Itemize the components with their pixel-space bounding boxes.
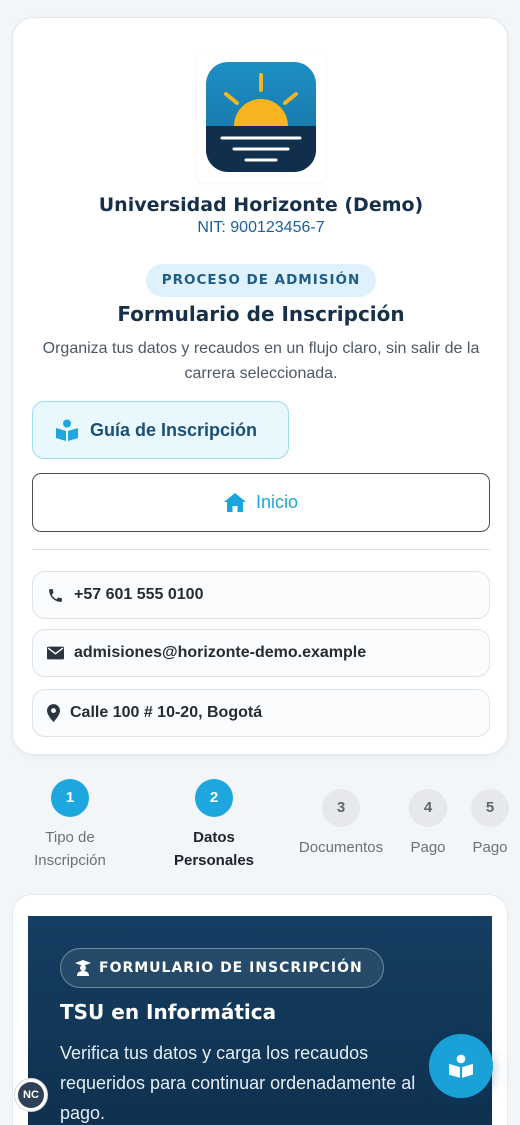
admission-process-badge: PROCESO DE ADMISIÓN [146,264,376,297]
step-3-label: Documentos [298,839,384,856]
form-badge-label: FORMULARIO DE INSCRIPCIÓN [99,960,363,976]
contact-email[interactable]: admisiones@horizonte-demo.example [32,629,490,677]
step-1[interactable]: 1 Tipo de Inscripción [20,779,120,872]
step-5-label: Pago [472,839,508,856]
step-2-number: 2 [195,779,233,817]
corner-badge-text: NC [18,1082,44,1108]
page-subtitle: Organiza tus datos y recaudos en un fluj… [42,340,480,382]
step-1-number: 1 [51,779,89,817]
page-title: Formulario de Inscripción [117,302,405,326]
registration-stepper: 1 Tipo de Inscripción 2 Datos Personales… [0,776,520,876]
contact-phone-text: +57 601 555 0100 [74,586,204,603]
step-4-number: 4 [409,789,447,827]
contact-address[interactable]: Calle 100 # 10-20, Bogotá [32,689,490,737]
step-2[interactable]: 2 Datos Personales [164,779,264,872]
contact-phone[interactable]: +57 601 555 0100 [32,571,490,619]
guide-fab-button[interactable] [429,1034,493,1098]
book-reader-icon [449,1054,473,1078]
step-3[interactable]: 3 Documentos [291,789,391,859]
step-2-label: Datos Personales [173,829,255,869]
book-reader-icon [56,419,78,441]
university-nit: NIT: 900123456-7 [197,219,325,236]
phone-icon [49,588,62,602]
step-4-label: Pago [410,839,446,856]
form-badge: FORMULARIO DE INSCRIPCIÓN [60,948,384,988]
map-pin-icon [47,704,60,722]
envelope-icon [47,646,64,660]
registration-guide-label: Guía de Inscripción [90,419,258,440]
home-icon [223,493,246,512]
sunrise-logo-icon [206,62,316,172]
step-5[interactable]: 5 Pago [464,789,516,859]
graduate-icon [75,960,91,976]
contact-address-text: Calle 100 # 10-20, Bogotá [70,704,263,721]
institution-card: Universidad Horizonte (Demo) NIT: 900123… [12,17,508,755]
home-label: Inicio [255,492,299,512]
career-description: Verifica tus datos y carga los recaudos … [60,1043,416,1123]
career-hero: FORMULARIO DE INSCRIPCIÓN TSU en Informá… [28,916,492,1125]
registration-guide-button[interactable]: Guía de Inscripción [32,401,289,459]
home-button[interactable]: Inicio [32,473,490,532]
step-3-number: 3 [322,789,360,827]
contact-email-text: admisiones@horizonte-demo.example [74,644,367,661]
university-logo [197,54,325,182]
step-4[interactable]: 4 Pago [398,789,458,859]
corner-badge[interactable]: NC [14,1078,48,1112]
career-title: TSU en Informática [60,1000,277,1024]
university-name: Universidad Horizonte (Demo) [98,194,424,216]
step-1-label: Tipo de Inscripción [34,829,106,869]
divider [32,549,490,550]
step-5-number: 5 [471,789,509,827]
